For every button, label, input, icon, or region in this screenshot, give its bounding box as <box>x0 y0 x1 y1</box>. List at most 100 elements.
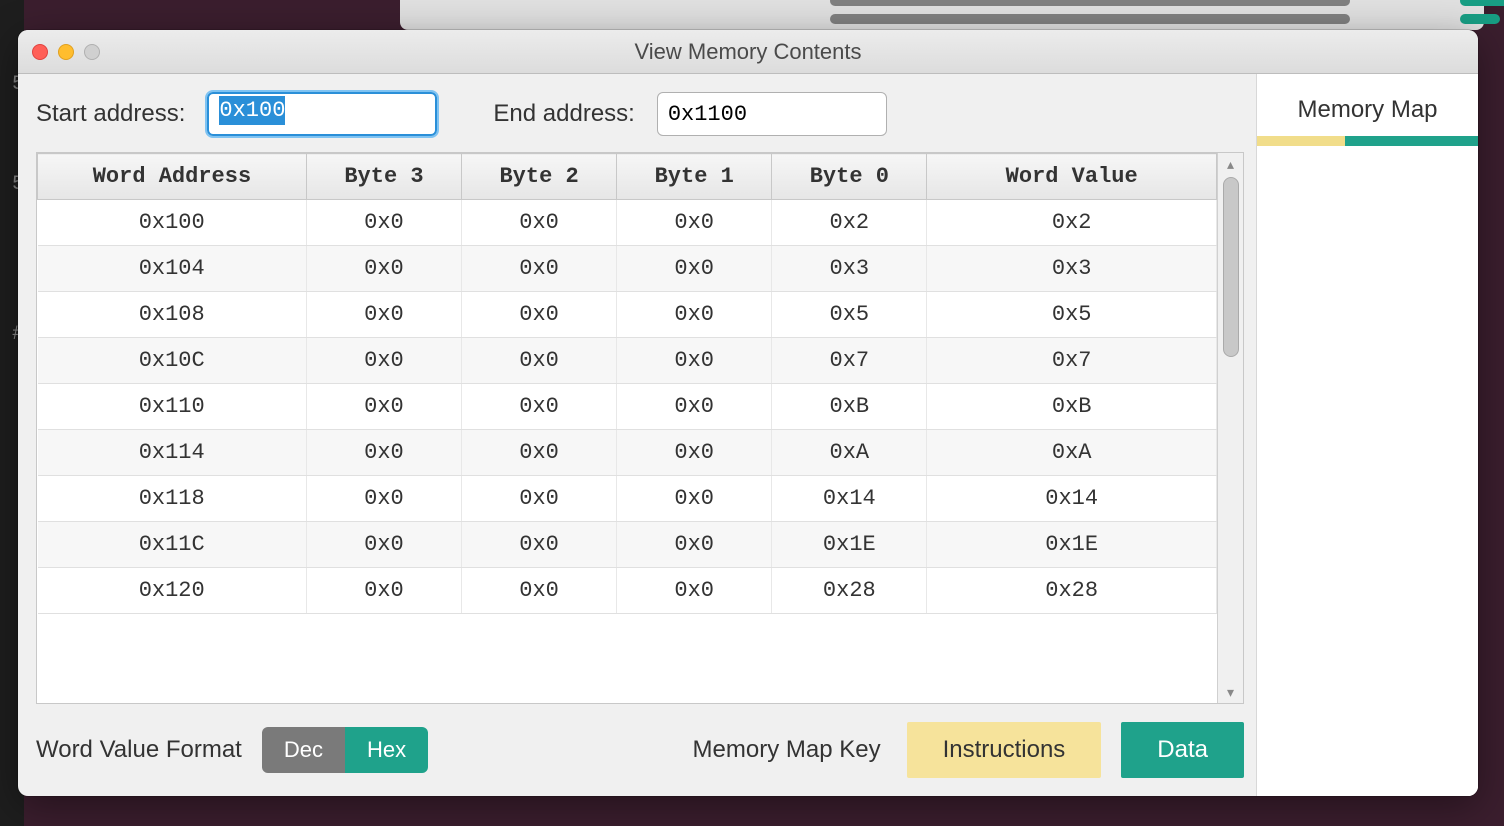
memory-table-container: Word Address Byte 3 Byte 2 Byte 1 Byte 0… <box>36 152 1244 704</box>
cell-b3: 0x0 <box>306 292 461 338</box>
cell-b3: 0x0 <box>306 522 461 568</box>
cell-b2: 0x0 <box>462 200 617 246</box>
table-row[interactable]: 0x1080x00x00x00x50x5 <box>38 292 1217 338</box>
cell-b0: 0x2 <box>772 200 927 246</box>
cell-b3: 0x0 <box>306 430 461 476</box>
col-header-address[interactable]: Word Address <box>38 154 307 200</box>
cell-addr: 0x104 <box>38 246 307 292</box>
cell-b2: 0x0 <box>462 338 617 384</box>
dec-button[interactable]: Dec <box>262 727 345 773</box>
cell-b0: 0x3 <box>772 246 927 292</box>
cell-b0: 0x28 <box>772 568 927 614</box>
cell-b2: 0x0 <box>462 430 617 476</box>
table-row[interactable]: 0x11C0x00x00x00x1E0x1E <box>38 522 1217 568</box>
cell-addr: 0x120 <box>38 568 307 614</box>
maximize-icon[interactable] <box>84 44 100 60</box>
table-row[interactable]: 0x1100x00x00x00xB0xB <box>38 384 1217 430</box>
cell-b1: 0x0 <box>617 200 772 246</box>
cell-val: 0x5 <box>927 292 1217 338</box>
col-header-byte1[interactable]: Byte 1 <box>617 154 772 200</box>
start-address-label: Start address: <box>36 100 185 128</box>
cell-b0: 0xB <box>772 384 927 430</box>
cell-addr: 0x100 <box>38 200 307 246</box>
window-controls <box>18 44 100 60</box>
cell-val: 0xA <box>927 430 1217 476</box>
titlebar[interactable]: View Memory Contents <box>18 30 1478 74</box>
cell-b1: 0x0 <box>617 384 772 430</box>
col-header-word-value[interactable]: Word Value <box>927 154 1217 200</box>
background-panel <box>400 0 1484 30</box>
table-scrollbar[interactable]: ▴ ▾ <box>1217 153 1243 703</box>
cell-b3: 0x0 <box>306 476 461 522</box>
cell-b0: 0x14 <box>772 476 927 522</box>
memory-map-key-label: Memory Map Key <box>693 736 881 764</box>
table-row[interactable]: 0x1000x00x00x00x20x2 <box>38 200 1217 246</box>
cell-b1: 0x0 <box>617 568 772 614</box>
table-row[interactable]: 0x10C0x00x00x00x70x7 <box>38 338 1217 384</box>
start-address-value: 0x100 <box>219 96 285 125</box>
col-header-byte0[interactable]: Byte 0 <box>772 154 927 200</box>
memory-table: Word Address Byte 3 Byte 2 Byte 1 Byte 0… <box>37 153 1217 614</box>
cell-b3: 0x0 <box>306 338 461 384</box>
window-title: View Memory Contents <box>18 39 1478 65</box>
scroll-thumb[interactable] <box>1223 177 1239 357</box>
minimize-icon[interactable] <box>58 44 74 60</box>
cell-b1: 0x0 <box>617 292 772 338</box>
cell-b3: 0x0 <box>306 246 461 292</box>
memory-map-title: Memory Map <box>1257 74 1478 136</box>
format-label: Word Value Format <box>36 736 242 764</box>
end-address-input[interactable] <box>657 92 887 136</box>
cell-val: 0x2 <box>927 200 1217 246</box>
scroll-down-icon[interactable]: ▾ <box>1218 681 1243 703</box>
cell-b1: 0x0 <box>617 430 772 476</box>
key-data: Data <box>1121 722 1244 778</box>
cell-val: 0xB <box>927 384 1217 430</box>
cell-b2: 0x0 <box>462 568 617 614</box>
cell-addr: 0x11C <box>38 522 307 568</box>
cell-b3: 0x0 <box>306 568 461 614</box>
memory-map-instructions-region <box>1257 136 1345 146</box>
cell-b2: 0x0 <box>462 522 617 568</box>
cell-b3: 0x0 <box>306 200 461 246</box>
table-row[interactable]: 0x1180x00x00x00x140x14 <box>38 476 1217 522</box>
end-address-label: End address: <box>493 100 634 128</box>
cell-addr: 0x114 <box>38 430 307 476</box>
format-toggle: Dec Hex <box>262 727 428 773</box>
table-row[interactable]: 0x1040x00x00x00x30x3 <box>38 246 1217 292</box>
cell-b1: 0x0 <box>617 338 772 384</box>
cell-b2: 0x0 <box>462 246 617 292</box>
cell-addr: 0x110 <box>38 384 307 430</box>
start-address-input[interactable]: 0x100 <box>207 92 437 136</box>
cell-b1: 0x0 <box>617 246 772 292</box>
memory-map-bar <box>1257 136 1478 146</box>
col-header-byte3[interactable]: Byte 3 <box>306 154 461 200</box>
cell-b0: 0xA <box>772 430 927 476</box>
cell-addr: 0x108 <box>38 292 307 338</box>
cell-b0: 0x7 <box>772 338 927 384</box>
memory-map-body <box>1257 146 1478 796</box>
cell-b0: 0x1E <box>772 522 927 568</box>
table-row[interactable]: 0x1140x00x00x00xA0xA <box>38 430 1217 476</box>
hex-button[interactable]: Hex <box>345 727 428 773</box>
cell-val: 0x7 <box>927 338 1217 384</box>
col-header-byte2[interactable]: Byte 2 <box>462 154 617 200</box>
cell-b1: 0x0 <box>617 522 772 568</box>
cell-val: 0x1E <box>927 522 1217 568</box>
cell-b3: 0x0 <box>306 384 461 430</box>
cell-addr: 0x118 <box>38 476 307 522</box>
memory-map-panel: Memory Map <box>1256 74 1478 796</box>
scroll-up-icon[interactable]: ▴ <box>1218 153 1243 175</box>
close-icon[interactable] <box>32 44 48 60</box>
cell-val: 0x3 <box>927 246 1217 292</box>
cell-b2: 0x0 <box>462 476 617 522</box>
key-instructions: Instructions <box>907 722 1102 778</box>
cell-b2: 0x0 <box>462 292 617 338</box>
cell-b0: 0x5 <box>772 292 927 338</box>
main-panel: Start address: 0x100 End address: Word A… <box>18 74 1256 796</box>
cell-val: 0x14 <box>927 476 1217 522</box>
cell-b1: 0x0 <box>617 476 772 522</box>
table-row[interactable]: 0x1200x00x00x00x280x28 <box>38 568 1217 614</box>
cell-b2: 0x0 <box>462 384 617 430</box>
memory-map-data-region <box>1345 136 1478 146</box>
cell-addr: 0x10C <box>38 338 307 384</box>
